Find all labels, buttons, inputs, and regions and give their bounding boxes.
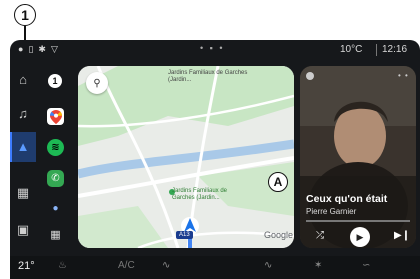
phone-icon[interactable]: ✆	[47, 170, 64, 187]
music-note-icon[interactable]: ♫	[15, 106, 31, 122]
skip-next-icon[interactable]: ▶❙	[394, 230, 410, 241]
shuffle-icon[interactable]: ⤮	[316, 230, 324, 241]
status-bar: ● ▯ ✱ ▽ • ▪ • 10°C 12:16	[10, 40, 420, 60]
map-place-label-top: Jardins Familiaux de Garches (Jardin...	[168, 70, 248, 83]
page-dots-icon: • ▪ •	[200, 43, 225, 53]
spotify-icon[interactable]: ≋	[47, 139, 64, 156]
home-icon[interactable]: ⌂	[15, 72, 31, 88]
maps-icon[interactable]	[47, 108, 64, 125]
callout-1: 1	[14, 4, 36, 26]
map-search-icon[interactable]: ⚲	[86, 72, 108, 94]
map-place-label: Jardins Familiaux de Garches (Jardin...	[172, 188, 228, 201]
mic-icon[interactable]: ●	[47, 200, 64, 217]
ac-button[interactable]: A/C	[118, 260, 135, 271]
fan-icon[interactable]: ✶	[314, 260, 322, 271]
android-auto-icon[interactable]: ▲	[15, 139, 31, 155]
play-button[interactable]: ▶	[350, 227, 370, 247]
playback-progress[interactable]	[306, 220, 410, 222]
callout-a: A	[268, 172, 288, 192]
app-grid-icon[interactable]: ▦	[47, 226, 64, 243]
infotainment-screen: ● ▯ ✱ ▽ • ▪ • 10°C 12:16 ⌂ ♫ ▲ ▦ ▣ 1 ≋ ✆	[10, 40, 420, 279]
maps-pin-icon	[49, 109, 62, 124]
seat-heat-icon[interactable]: ♨	[58, 260, 67, 271]
status-separator	[376, 44, 377, 56]
wifi-icon: ▽	[50, 44, 58, 54]
media-card[interactable]: • • Ceux qu'on était Pierre Garnier ⤮ ▶ …	[300, 66, 416, 248]
google-attribution: Google	[264, 230, 294, 240]
play-icon: ▶	[356, 231, 364, 242]
android-auto-app-strip: 1 ≋ ✆ ● ▦	[36, 60, 74, 256]
road-sign: A13	[176, 231, 193, 239]
map-card[interactable]: ⚲ Jardins Familiaux de Garches (Jardin..…	[78, 66, 294, 248]
steering-heat-icon[interactable]: ∽	[362, 260, 370, 271]
seat-heat-right-icon[interactable]: ∿	[264, 260, 272, 271]
person-icon: ●	[18, 44, 24, 54]
rear-defrost-icon[interactable]: ∿	[162, 260, 170, 271]
clock: 12:16	[382, 44, 408, 55]
notification-badge[interactable]: 1	[48, 74, 62, 88]
climate-bar: 21° ♨ A/C ∿ ∿ ✶ ∽	[10, 256, 420, 279]
more-options-icon[interactable]: • •	[398, 71, 409, 80]
status-icons: ● ▯ ✱ ▽	[18, 44, 58, 55]
song-title: Ceux qu'on était	[306, 193, 388, 205]
artist-name: Pierre Garnier	[306, 207, 357, 216]
bluetooth-icon: ✱	[38, 44, 46, 54]
callout-1-label: 1	[21, 7, 29, 23]
vehicle-rail: ⌂ ♫ ▲ ▦ ▣	[10, 60, 36, 256]
apps-grid-icon[interactable]: ▦	[15, 185, 31, 201]
map-canvas[interactable]	[78, 66, 294, 248]
phone-status-icon: ▯	[28, 44, 34, 54]
outside-temperature: 10°C	[340, 44, 363, 55]
spotify-mini-icon	[306, 72, 314, 80]
car-icon[interactable]: ▣	[15, 222, 31, 238]
driver-temperature[interactable]: 21°	[18, 260, 35, 272]
